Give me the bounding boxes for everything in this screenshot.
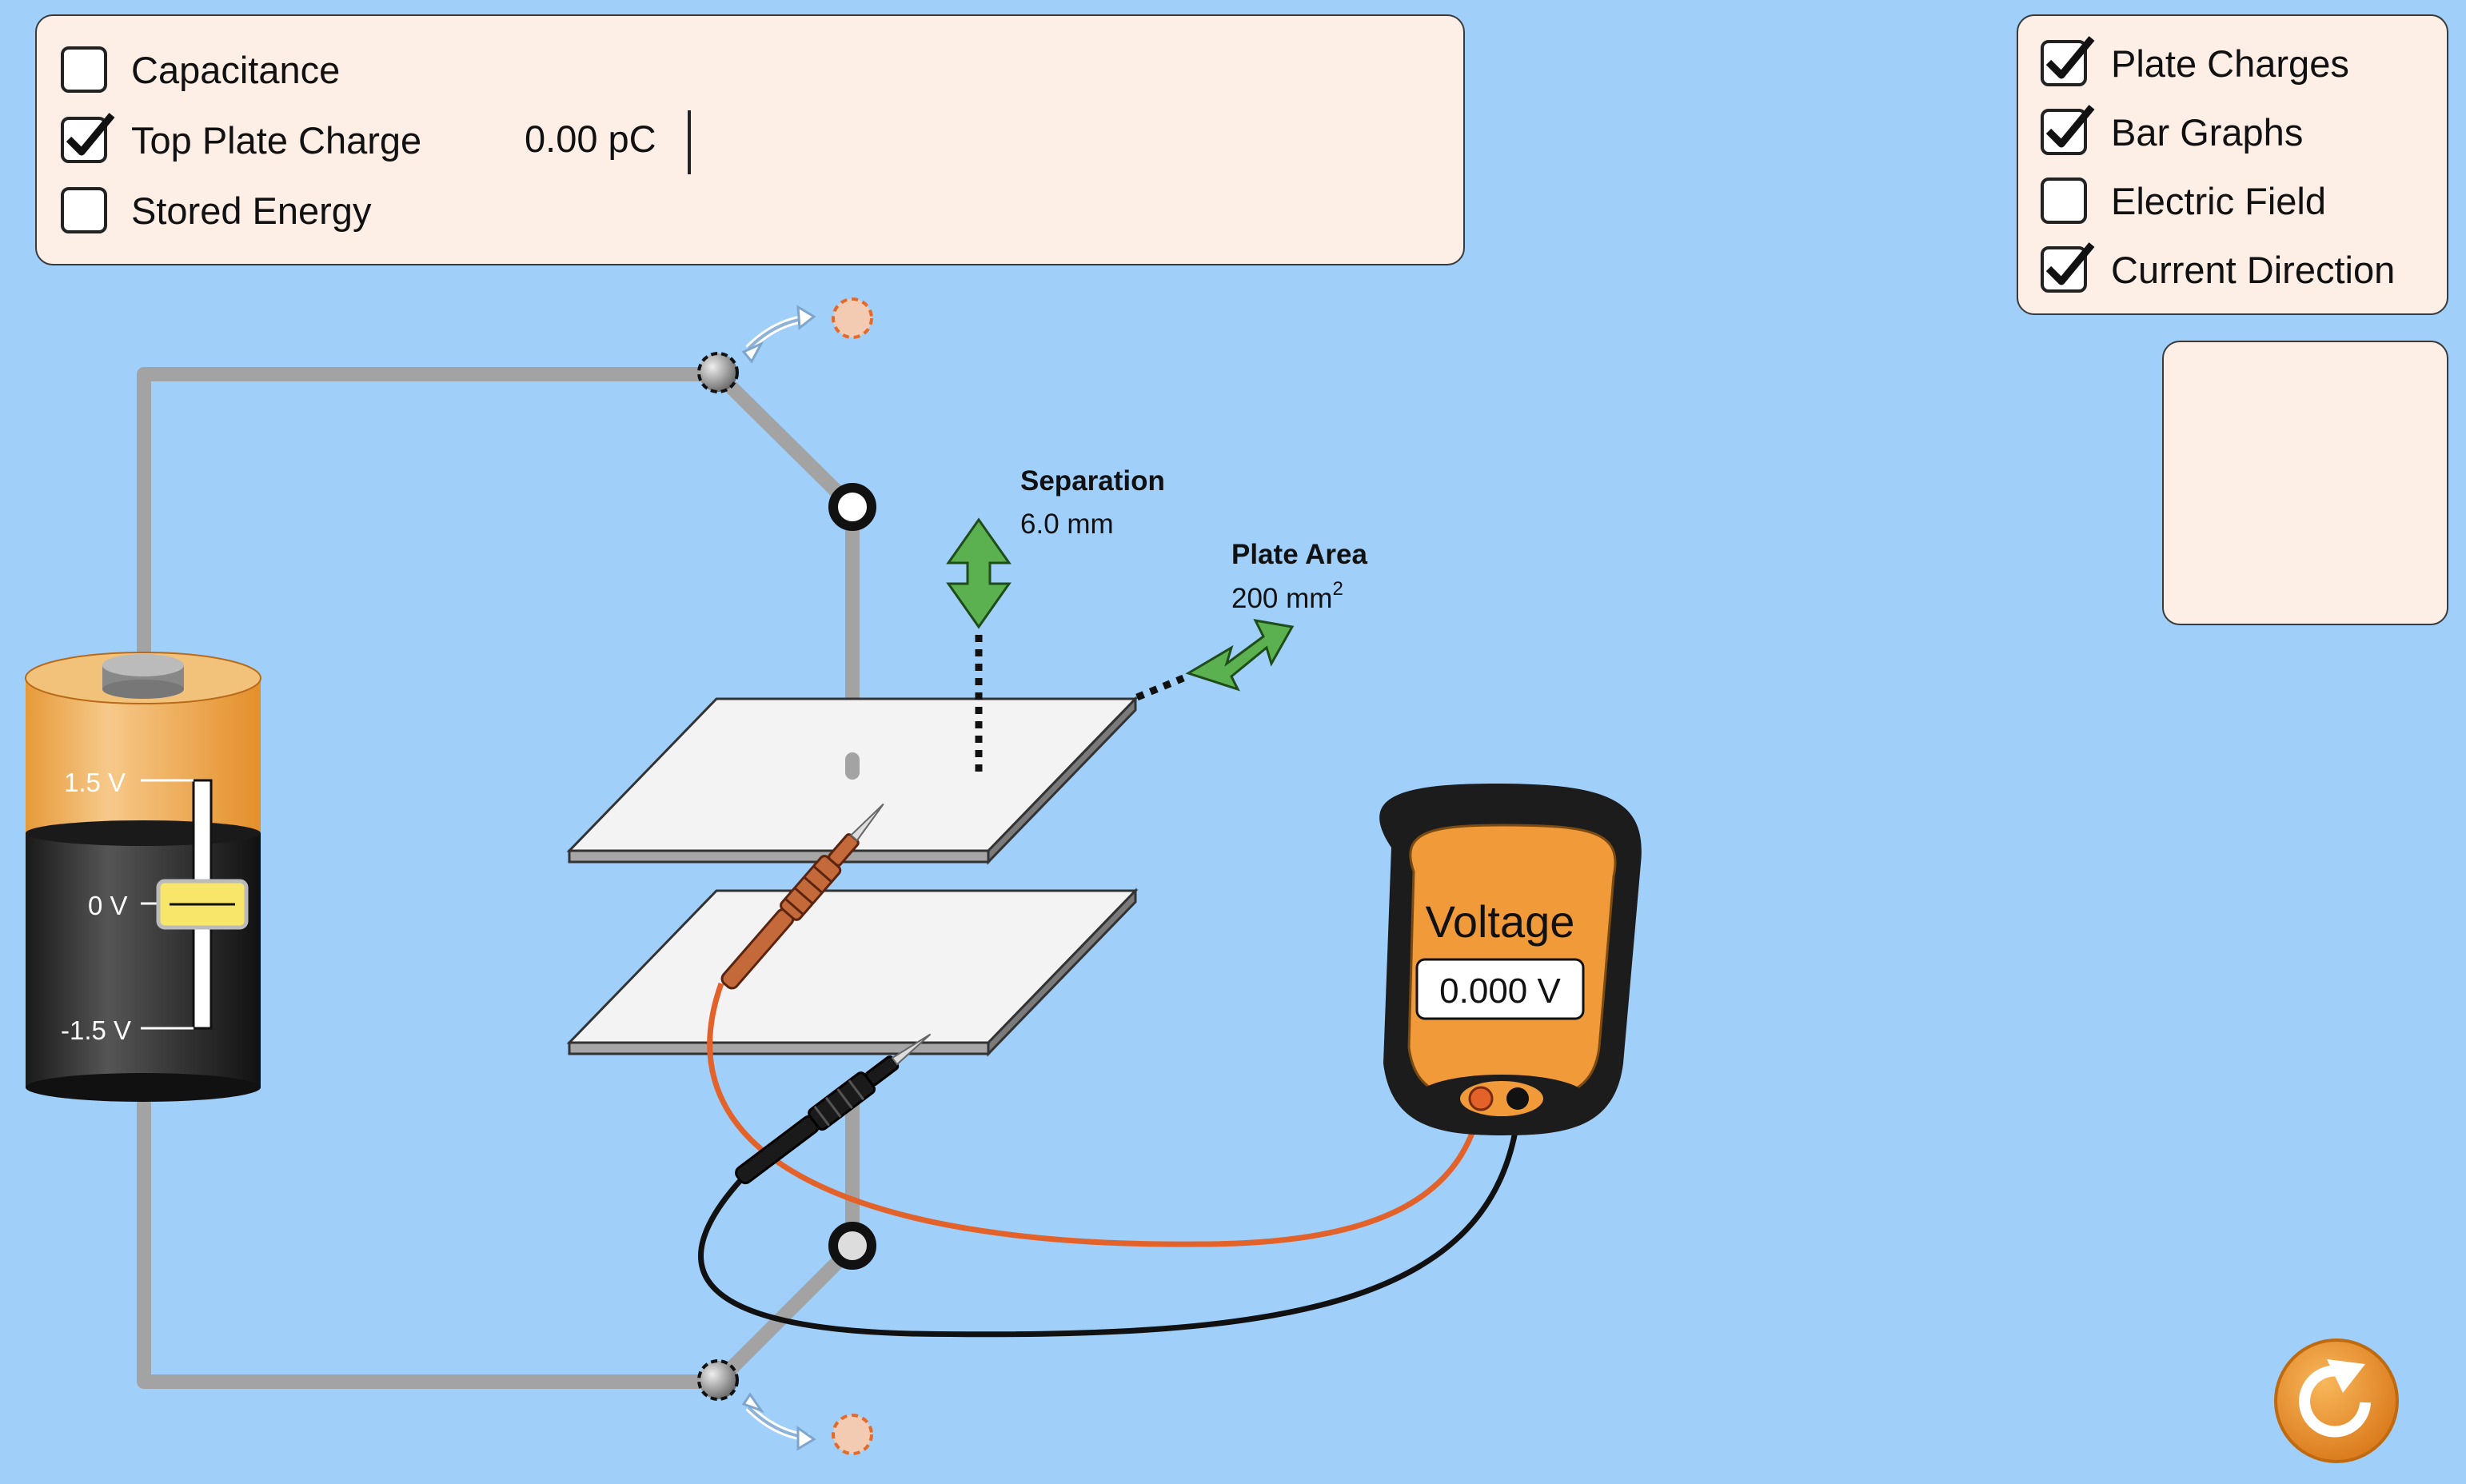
voltmeter[interactable]: Voltage 0.000 V <box>1379 784 1642 1135</box>
voltmeter-title: Voltage <box>1426 896 1575 947</box>
voltmeter-value: 0.000 V <box>1439 971 1561 1011</box>
top-switch-pivot[interactable] <box>697 352 739 393</box>
battery-label-top: 1.5 V <box>64 768 126 797</box>
reset-button[interactable] <box>2274 1338 2399 1463</box>
separation-label: Separation <box>1020 465 1165 497</box>
black-probe-wire <box>697 1101 1522 1338</box>
plate-area-unit-exponent: 2 <box>1332 578 1343 600</box>
plate-area-label: Plate Area <box>1231 539 1367 570</box>
bottom-switch-hint[interactable] <box>741 1392 873 1455</box>
top-switch-hint[interactable] <box>741 297 873 364</box>
voltmeter-black-jack <box>1506 1087 1529 1110</box>
svg-text:200 mm2: 200 mm2 <box>1231 578 1343 614</box>
voltmeter-red-jack <box>1468 1086 1494 1111</box>
battery-label-bottom: -1.5 V <box>61 1015 131 1045</box>
circuit-scene: 1.5 V 0 V -1.5 V Separation 6.0 mm Plate… <box>25 297 2399 1463</box>
plate-area-drag-handle[interactable] <box>1185 619 1295 692</box>
plate-area-guide-line <box>1135 674 1185 701</box>
bottom-plate <box>566 888 1139 1057</box>
bottom-switch-pivot[interactable] <box>697 1359 739 1401</box>
separation-value: 6.0 mm <box>1020 509 1114 540</box>
battery-label-mid: 0 V <box>88 891 128 920</box>
plate-area-value: 200 mm <box>1231 583 1332 614</box>
bottom-switch-contact <box>828 1222 876 1270</box>
top-switch-contact <box>828 483 876 531</box>
separation-drag-handle[interactable] <box>946 517 1012 629</box>
